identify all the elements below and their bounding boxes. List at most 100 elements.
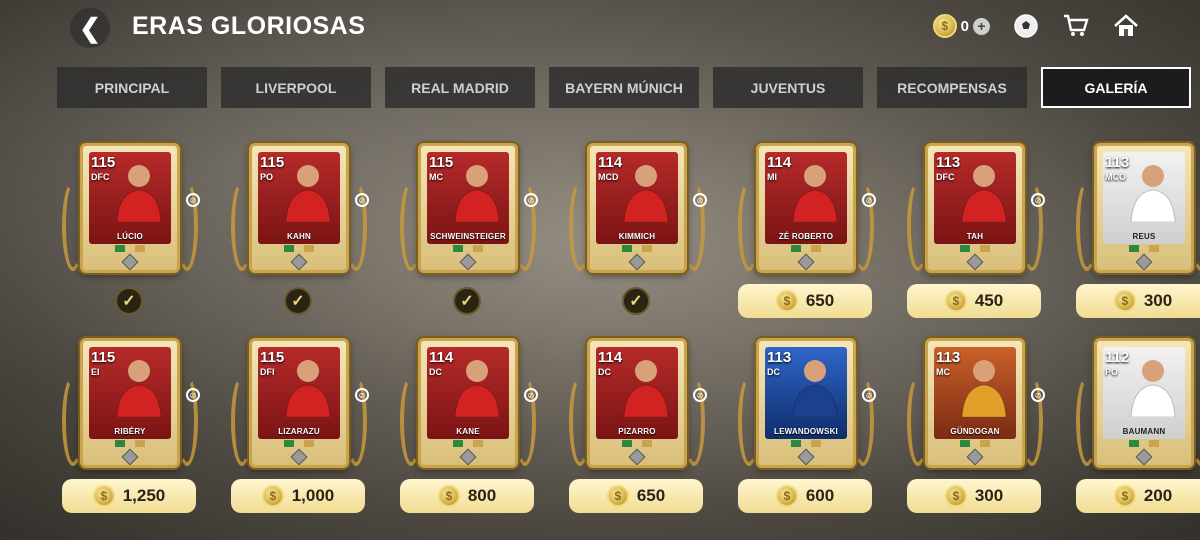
rarity-gem-icon <box>628 448 646 465</box>
price-label: 300 <box>1143 291 1173 310</box>
rarity-gem-icon <box>121 448 139 465</box>
player-name: GÜNDOGAN <box>950 427 1000 436</box>
club-icon <box>642 245 652 252</box>
club-icon <box>811 440 821 447</box>
club-icon <box>980 245 990 252</box>
player-card-slot: 115 DFC LÚCIO ⊘ ✓ <box>60 143 200 323</box>
player-portrait-icon <box>623 165 669 222</box>
cart-icon[interactable] <box>1062 12 1090 40</box>
player-portrait-icon <box>116 165 162 222</box>
player-rating: 114 <box>598 349 623 366</box>
player-name: KIMMICH <box>618 232 656 241</box>
player-card[interactable]: 115 EI RIBÉRY <box>80 338 180 468</box>
add-coins-button[interactable]: + <box>973 17 990 35</box>
card-badges <box>83 440 177 447</box>
player-position: MC <box>936 367 950 377</box>
player-card[interactable]: 114 MCD KIMMICH <box>587 143 687 273</box>
home-icon[interactable] <box>1112 12 1140 40</box>
player-card[interactable]: 114 DC PIZARRO <box>587 338 687 468</box>
player-rating: 115 <box>429 154 454 171</box>
flag-icon <box>622 440 632 447</box>
player-name: TAH <box>966 232 984 241</box>
tab-juventus[interactable]: JUVENTUS <box>713 67 863 108</box>
coin-icon: $ <box>437 485 460 507</box>
tab-liverpool[interactable]: LIVERPOOL <box>221 67 371 108</box>
card-badges <box>590 245 684 252</box>
rarity-gem-icon <box>1135 448 1153 465</box>
tab-real-madrid[interactable]: REAL MADRID <box>385 67 535 108</box>
buy-price-button[interactable]: $600 <box>738 479 872 513</box>
player-card[interactable]: 115 DFC LÚCIO <box>80 143 180 273</box>
player-card[interactable]: 115 PO KAHN <box>249 143 349 273</box>
flag-icon <box>960 245 970 252</box>
player-card[interactable]: 113 DFC TAH <box>925 143 1025 273</box>
player-position: DFI <box>260 367 275 377</box>
buy-price-button[interactable]: $800 <box>400 479 534 513</box>
checkmark-icon: ✓ <box>453 287 481 315</box>
card-badges <box>252 245 346 252</box>
rarity-gem-icon <box>1135 253 1153 270</box>
player-position: PO <box>1105 367 1119 377</box>
player-card-slot: 113 MC GÜNDOGAN ⊘ $300 <box>905 338 1045 518</box>
coin-icon: $ <box>775 290 798 312</box>
buy-price-button[interactable]: $300 <box>907 479 1041 513</box>
player-card[interactable]: 113 DC LEWANDOWSKI <box>756 338 856 468</box>
player-card[interactable]: 113 MC GÜNDOGAN <box>925 338 1025 468</box>
buy-price-button[interactable]: $650 <box>569 479 703 513</box>
player-position: MC <box>429 172 443 182</box>
flag-icon <box>115 440 125 447</box>
player-card[interactable]: 112 PO BAUMANN <box>1094 338 1194 468</box>
club-icon <box>980 440 990 447</box>
back-button[interactable]: ❮ <box>70 8 110 48</box>
buy-price-button[interactable]: $200 <box>1076 479 1200 513</box>
player-rating: 113 <box>936 154 961 171</box>
player-card[interactable]: 113 MCO REUS <box>1094 143 1194 273</box>
player-name: PIZARRO <box>618 427 656 436</box>
player-card-slot: 114 MCD KIMMICH ⊘ ✓ <box>567 143 707 323</box>
soccer-ball-icon[interactable] <box>1012 12 1040 40</box>
buy-price-button[interactable]: $650 <box>738 284 872 318</box>
flag-icon <box>453 440 463 447</box>
rarity-gem-icon <box>459 253 477 270</box>
flag-icon <box>1129 440 1139 447</box>
tab-bayern-munich[interactable]: BAYERN MÚNICH <box>549 67 699 108</box>
player-rating: 114 <box>429 349 454 366</box>
card-badges <box>1097 440 1191 447</box>
player-portrait-icon <box>792 360 838 417</box>
player-name: LEWANDOWSKI <box>774 427 838 436</box>
player-card[interactable]: 115 MC SCHWEINSTEIGER <box>418 143 518 273</box>
buy-price-button[interactable]: $300 <box>1076 284 1200 318</box>
tab-recompensas[interactable]: RECOMPENSAS <box>877 67 1027 108</box>
player-rating: 115 <box>91 349 116 366</box>
player-card[interactable]: 115 DFI LIZARAZU <box>249 338 349 468</box>
player-portrait-icon <box>454 360 500 417</box>
player-portrait-icon <box>1130 360 1176 417</box>
coin-icon: $ <box>92 485 115 507</box>
player-position: DC <box>429 367 442 377</box>
coin-balance: $ 0 + <box>932 14 990 38</box>
rarity-gem-icon <box>290 448 308 465</box>
tab-galeria[interactable]: GALERÍA <box>1041 67 1191 108</box>
price-label: 650 <box>805 291 835 310</box>
player-card-slot: 113 DFC TAH ⊘ $450 <box>905 143 1045 323</box>
player-rating: 115 <box>260 349 285 366</box>
player-rating: 113 <box>1105 154 1130 171</box>
rarity-gem-icon <box>290 253 308 270</box>
tab-principal[interactable]: PRINCIPAL <box>57 67 207 108</box>
untradeable-icon: ⊘ <box>1031 193 1045 207</box>
buy-price-button[interactable]: $1,000 <box>231 479 365 513</box>
rarity-gem-icon <box>966 448 984 465</box>
player-name: LIZARAZU <box>278 427 320 436</box>
player-portrait-icon <box>961 360 1007 417</box>
checkmark-icon: ✓ <box>115 287 143 315</box>
club-icon <box>135 440 145 447</box>
player-card[interactable]: 114 MI ZÉ ROBERTO <box>756 143 856 273</box>
player-portrait-icon <box>623 360 669 417</box>
buy-price-button[interactable]: $1,250 <box>62 479 196 513</box>
buy-price-button[interactable]: $450 <box>907 284 1041 318</box>
untradeable-icon: ⊘ <box>862 193 876 207</box>
player-card-slot: 115 EI RIBÉRY ⊘ $1,250 <box>60 338 200 518</box>
untradeable-icon: ⊘ <box>524 193 538 207</box>
player-card[interactable]: 114 DC KANE <box>418 338 518 468</box>
price-label: 800 <box>467 486 497 505</box>
